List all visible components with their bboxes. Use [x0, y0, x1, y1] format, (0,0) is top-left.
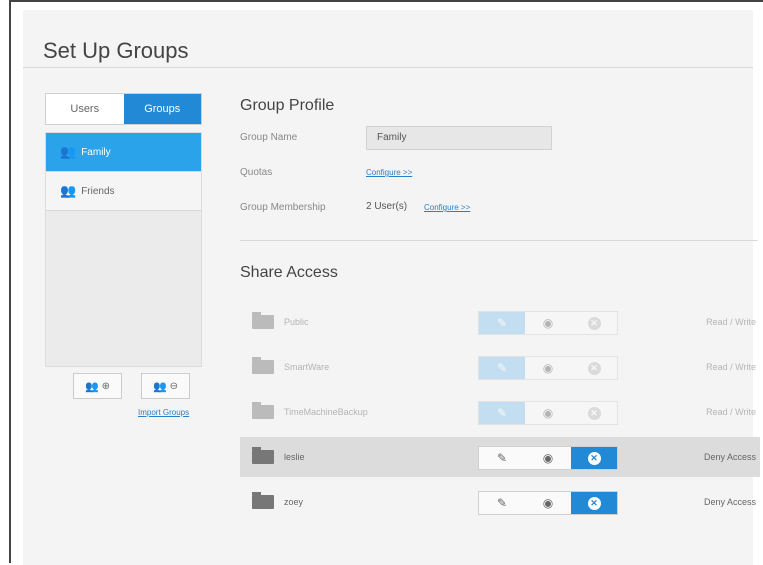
users-groups-tabs: Users Groups — [45, 93, 202, 125]
edit-icon: ✎ — [496, 406, 508, 420]
window-frame: Set Up Groups Users Groups 👥 Family 👥 Fr… — [9, 0, 763, 565]
group-list: 👥 Family 👥 Friends — [45, 132, 202, 367]
permission-label: Read / Write — [706, 407, 756, 417]
quotas-label: Quotas — [240, 167, 273, 178]
read-write-option[interactable]: ✎ — [479, 312, 525, 334]
group-item-family[interactable]: 👥 Family — [46, 133, 201, 172]
edit-icon: ✎ — [496, 316, 508, 330]
tab-users[interactable]: Users — [46, 94, 124, 124]
share-row-zoey: zoey ✎ ◉ ✕ Deny Access — [240, 482, 760, 522]
read-only-option[interactable]: ◉ — [525, 447, 571, 469]
eye-icon: ◉ — [542, 496, 554, 510]
permission-label: Read / Write — [706, 362, 756, 372]
group-icon: 👥 — [60, 183, 77, 198]
deny-option[interactable]: ✕ — [571, 447, 617, 469]
close-icon: ✕ — [587, 361, 601, 375]
import-groups-link[interactable]: Import Groups — [138, 408, 189, 417]
deny-option[interactable]: ✕ — [571, 312, 617, 334]
group-name-field[interactable]: Family — [366, 126, 552, 150]
permission-label: Deny Access — [703, 497, 756, 507]
membership-count: 2 User(s) — [366, 201, 408, 212]
share-row-public: Public ✎ ◉ ✕ Read / Write — [240, 302, 760, 342]
access-control: ✎ ◉ ✕ — [478, 401, 618, 425]
read-only-option[interactable]: ◉ — [525, 357, 571, 379]
folder-icon — [252, 492, 274, 509]
folder-icon — [252, 402, 274, 419]
eye-icon: ◉ — [542, 406, 554, 420]
access-control: ✎ ◉ ✕ — [478, 311, 618, 335]
close-icon: ✕ — [587, 496, 601, 510]
edit-icon: ✎ — [496, 496, 508, 510]
deny-option[interactable]: ✕ — [571, 492, 617, 514]
read-only-option[interactable]: ◉ — [525, 492, 571, 514]
eye-icon: ◉ — [542, 361, 554, 375]
read-only-option[interactable]: ◉ — [525, 312, 571, 334]
group-item-friends[interactable]: 👥 Friends — [46, 172, 201, 211]
read-write-option[interactable]: ✎ — [479, 492, 525, 514]
folder-icon — [252, 312, 274, 329]
group-remove-icon: 👥 — [152, 380, 167, 393]
eye-icon: ◉ — [542, 451, 554, 465]
plus-icon: ⊕ — [101, 380, 111, 392]
add-group-button[interactable]: 👥 ⊕ — [73, 373, 122, 399]
share-name: SmartWare — [284, 362, 330, 372]
settings-page: Set Up Groups Users Groups 👥 Family 👥 Fr… — [23, 10, 760, 565]
folder-icon — [252, 357, 274, 374]
read-only-option[interactable]: ◉ — [525, 402, 571, 424]
minus-icon: ⊖ — [169, 380, 179, 392]
share-row-leslie: leslie ✎ ◉ ✕ Deny Access — [240, 437, 760, 477]
access-control: ✎ ◉ ✕ — [478, 446, 618, 470]
group-item-label: Family — [81, 146, 111, 158]
deny-option[interactable]: ✕ — [571, 402, 617, 424]
edit-icon: ✎ — [496, 361, 508, 375]
quotas-configure-link[interactable]: Configure >> — [366, 168, 412, 177]
group-add-icon: 👥 — [84, 380, 99, 393]
close-icon: ✕ — [587, 406, 601, 420]
membership-configure-link[interactable]: Configure >> — [424, 203, 470, 212]
read-write-option[interactable]: ✎ — [479, 447, 525, 469]
title-divider — [23, 67, 753, 68]
edit-icon: ✎ — [496, 451, 508, 465]
group-name-label: Group Name — [240, 132, 298, 143]
share-row-smartware: SmartWare ✎ ◉ ✕ Read / Write — [240, 347, 760, 387]
deny-option[interactable]: ✕ — [571, 357, 617, 379]
share-row-timemachinebackup: TimeMachineBackup ✎ ◉ ✕ Read / Write — [240, 392, 760, 432]
read-write-option[interactable]: ✎ — [479, 357, 525, 379]
access-control: ✎ ◉ ✕ — [478, 356, 618, 380]
group-item-label: Friends — [81, 185, 115, 197]
share-name: leslie — [284, 452, 305, 462]
page-title: Set Up Groups — [43, 38, 189, 63]
eye-icon: ◉ — [542, 316, 554, 330]
read-write-option[interactable]: ✎ — [479, 402, 525, 424]
group-icon: 👥 — [60, 144, 77, 159]
permission-label: Read / Write — [706, 317, 756, 327]
permission-label: Deny Access — [703, 452, 756, 462]
folder-icon — [252, 447, 274, 464]
close-icon: ✕ — [587, 451, 601, 465]
section-divider — [240, 240, 758, 241]
close-icon: ✕ — [587, 316, 601, 330]
share-name: TimeMachineBackup — [284, 407, 368, 417]
share-name: Public — [284, 317, 309, 327]
tab-groups[interactable]: Groups — [123, 94, 201, 124]
share-access-heading: Share Access — [240, 264, 338, 281]
access-control: ✎ ◉ ✕ — [478, 491, 618, 515]
share-name: zoey — [284, 497, 304, 507]
membership-label: Group Membership — [240, 202, 326, 213]
group-profile-heading: Group Profile — [240, 97, 335, 114]
remove-group-button[interactable]: 👥 ⊖ — [141, 373, 190, 399]
